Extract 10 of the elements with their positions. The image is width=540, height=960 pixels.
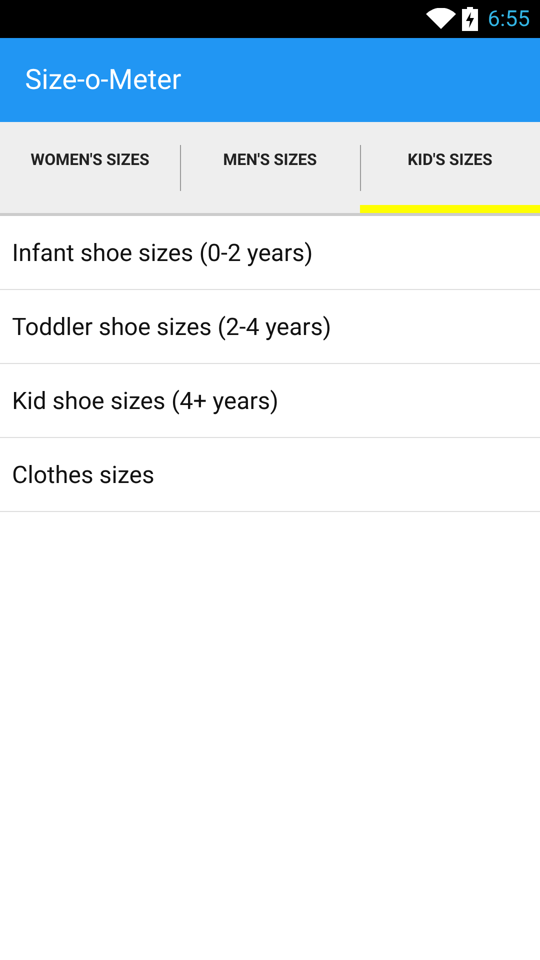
tab[interactable]: WOMEN'S SIZES <box>0 122 180 213</box>
list-item[interactable]: Toddler shoe sizes (2-4 years) <box>0 290 540 364</box>
app-title: Size-o-Meter <box>25 62 182 98</box>
clock: 6:55 <box>488 6 530 34</box>
list-item[interactable]: Infant shoe sizes (0-2 years) <box>0 216 540 290</box>
list-item[interactable]: Clothes sizes <box>0 438 540 512</box>
tab[interactable]: MEN'S SIZES <box>180 122 360 213</box>
wifi-icon <box>426 8 456 30</box>
list-item[interactable]: Kid shoe sizes (4+ years) <box>0 364 540 438</box>
tab[interactable]: KID'S SIZES <box>360 122 540 213</box>
